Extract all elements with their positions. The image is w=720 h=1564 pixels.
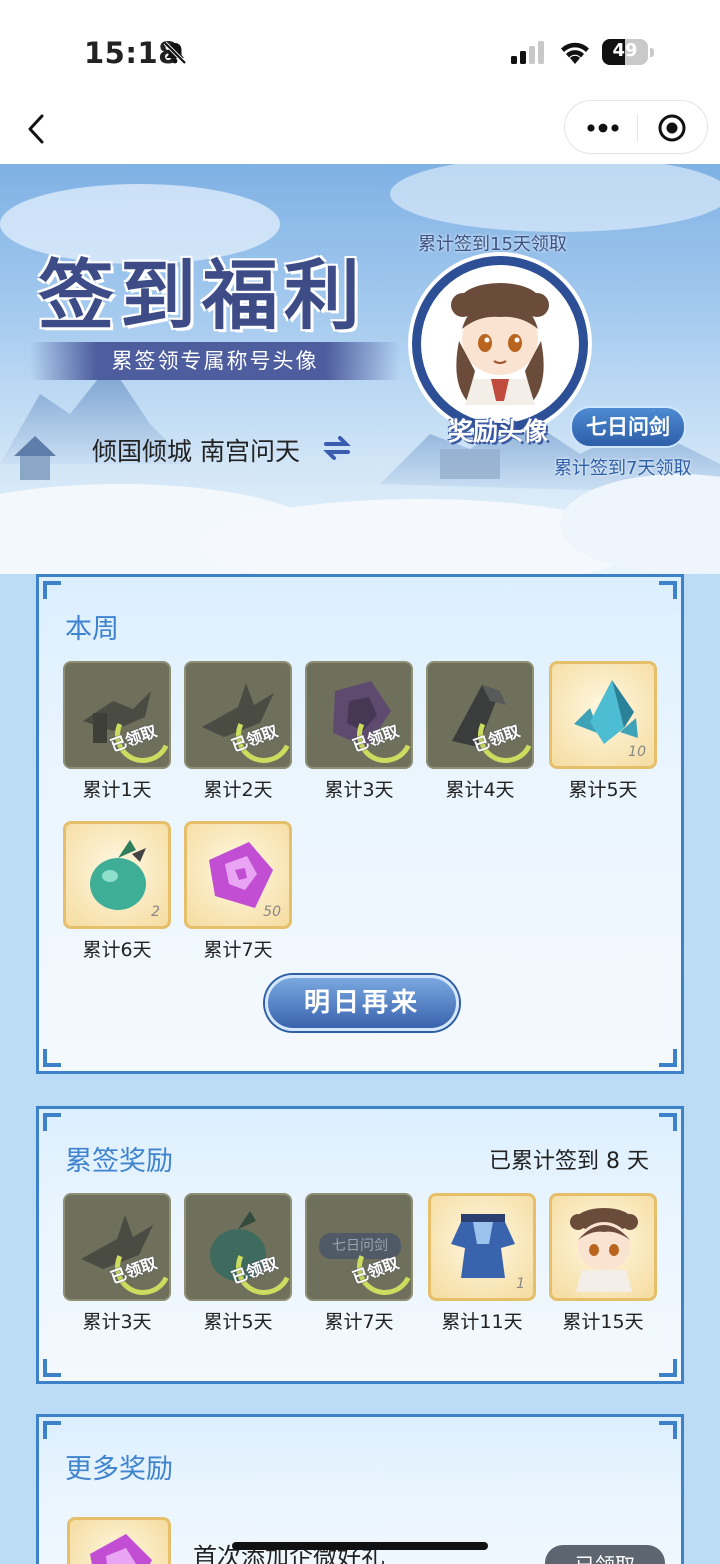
item-quantity: 50 xyxy=(263,904,281,920)
more-rewards-title: 更多奖励 xyxy=(65,1454,173,1485)
reward-tile: 2 xyxy=(63,821,171,929)
battery-icon: 49 xyxy=(602,38,654,66)
day-label: 累计15天 xyxy=(562,1311,644,1333)
navigation-bar xyxy=(0,100,720,164)
day-label: 累计7天 xyxy=(324,1311,394,1333)
hero-subtitle-ribbon: 累签领专属称号头像 xyxy=(30,342,400,380)
reward-tile xyxy=(549,1193,657,1301)
blue-robe-icon xyxy=(451,1214,515,1278)
reward-tile: 已领取 xyxy=(305,661,413,769)
reward-tile: 50 xyxy=(184,821,292,929)
cumulative-rewards-panel: 累签奖励 已累计签到 8 天 已领取 累计3天 已领取 累计5天 七日问剑 已领… xyxy=(36,1106,684,1384)
weekly-reward-day7[interactable]: 50 累计7天 xyxy=(184,821,292,961)
cumulative-title: 累签奖励 xyxy=(65,1146,173,1177)
item-quantity: 2 xyxy=(151,904,160,920)
hero-banner: 签到福利 累签领专属称号头像 倾国倾城 南宫问天 累计签到15天领取 奖励头像 … xyxy=(0,164,720,574)
mini-program-capsule xyxy=(564,100,708,154)
wifi-icon xyxy=(561,42,589,64)
jade-pouch-icon xyxy=(90,840,146,910)
status-bar: 15:18 49 xyxy=(0,0,720,100)
weekly-title: 本周 xyxy=(65,614,119,645)
capsule-divider xyxy=(637,114,638,142)
weekly-reward-day1[interactable]: 已领取 累计1天 xyxy=(63,661,171,801)
day-label: 累计7天 xyxy=(203,939,273,961)
reward-tile: 已领取 xyxy=(184,1193,292,1301)
avatar-reward-caption: 累计签到15天领取 xyxy=(418,234,567,255)
reward-tile: 已领取 xyxy=(63,1193,171,1301)
battery-percent: 49 xyxy=(612,40,638,61)
claimed-button[interactable]: 已领取 xyxy=(545,1545,665,1564)
day-label: 累计4天 xyxy=(445,779,515,801)
weekly-reward-day4[interactable]: 已领取 累计4天 xyxy=(426,661,534,801)
item-quantity: 1 xyxy=(516,1276,525,1292)
item-quantity: 10 xyxy=(628,744,646,760)
close-target-icon[interactable] xyxy=(657,113,687,143)
cumulative-reward-7[interactable]: 七日问剑 已领取 累计7天 xyxy=(305,1193,413,1333)
weekly-reward-day5[interactable]: 10 累计5天 xyxy=(549,661,657,801)
cellular-signal-icon xyxy=(511,41,544,64)
more-reward-tile xyxy=(67,1517,171,1564)
avatar-portrait-icon xyxy=(570,1208,638,1292)
reward-tile: 七日问剑 已领取 xyxy=(305,1193,413,1301)
reward-tile: 10 xyxy=(549,661,657,769)
reward-avatar-label: 奖励头像 xyxy=(448,417,549,446)
cumulative-reward-3[interactable]: 已领取 累计3天 xyxy=(63,1193,171,1333)
title-badge-caption: 累计签到7天领取 xyxy=(554,458,692,479)
day-label: 累计6天 xyxy=(82,939,152,961)
reward-tile: 已领取 xyxy=(184,661,292,769)
signin-count-summary: 已累计签到 8 天 xyxy=(489,1149,649,1174)
weekly-reward-day3[interactable]: 已领取 累计3天 xyxy=(305,661,413,801)
cumulative-reward-15[interactable]: 累计15天 xyxy=(549,1193,657,1333)
reward-tile: 1 xyxy=(428,1193,536,1301)
reward-tile: 已领取 xyxy=(426,661,534,769)
weekly-reward-day2[interactable]: 已领取 累计2天 xyxy=(184,661,292,801)
bell-muted-icon xyxy=(163,41,187,65)
equipped-titles[interactable]: 倾国倾城 南宫问天 xyxy=(92,432,300,468)
day-label: 累计3天 xyxy=(82,1311,152,1333)
more-options-icon[interactable] xyxy=(583,115,623,141)
back-chevron-icon[interactable] xyxy=(20,112,54,146)
chibi-avatar-icon xyxy=(451,283,549,405)
day-label: 累计3天 xyxy=(324,779,394,801)
home-indicator xyxy=(232,1542,488,1550)
swap-arrows-icon[interactable] xyxy=(322,434,352,462)
weekly-reward-day6[interactable]: 2 累计6天 xyxy=(63,821,171,961)
day-label: 累计2天 xyxy=(203,779,273,801)
come-back-tomorrow-button[interactable]: 明日再来 xyxy=(265,975,459,1031)
day-label: 累计11天 xyxy=(441,1311,523,1333)
cumulative-reward-5[interactable]: 已领取 累计5天 xyxy=(184,1193,292,1333)
title-badge[interactable]: 七日问剑 xyxy=(570,406,686,448)
reward-avatar-frame[interactable] xyxy=(412,256,588,432)
weekly-signin-panel: 本周 已领取 累计1天 已领取 累计2天 已领取 累计3天 已领取 累计4天 1… xyxy=(36,574,684,1074)
day-label: 累计5天 xyxy=(568,779,638,801)
day-label: 累计1天 xyxy=(82,779,152,801)
hero-title: 签到福利 xyxy=(38,251,366,340)
cumulative-reward-11[interactable]: 1 累计11天 xyxy=(428,1193,536,1333)
purple-rune-icon xyxy=(90,1534,152,1564)
day-label: 累计5天 xyxy=(203,1311,273,1333)
reward-tile: 已领取 xyxy=(63,661,171,769)
